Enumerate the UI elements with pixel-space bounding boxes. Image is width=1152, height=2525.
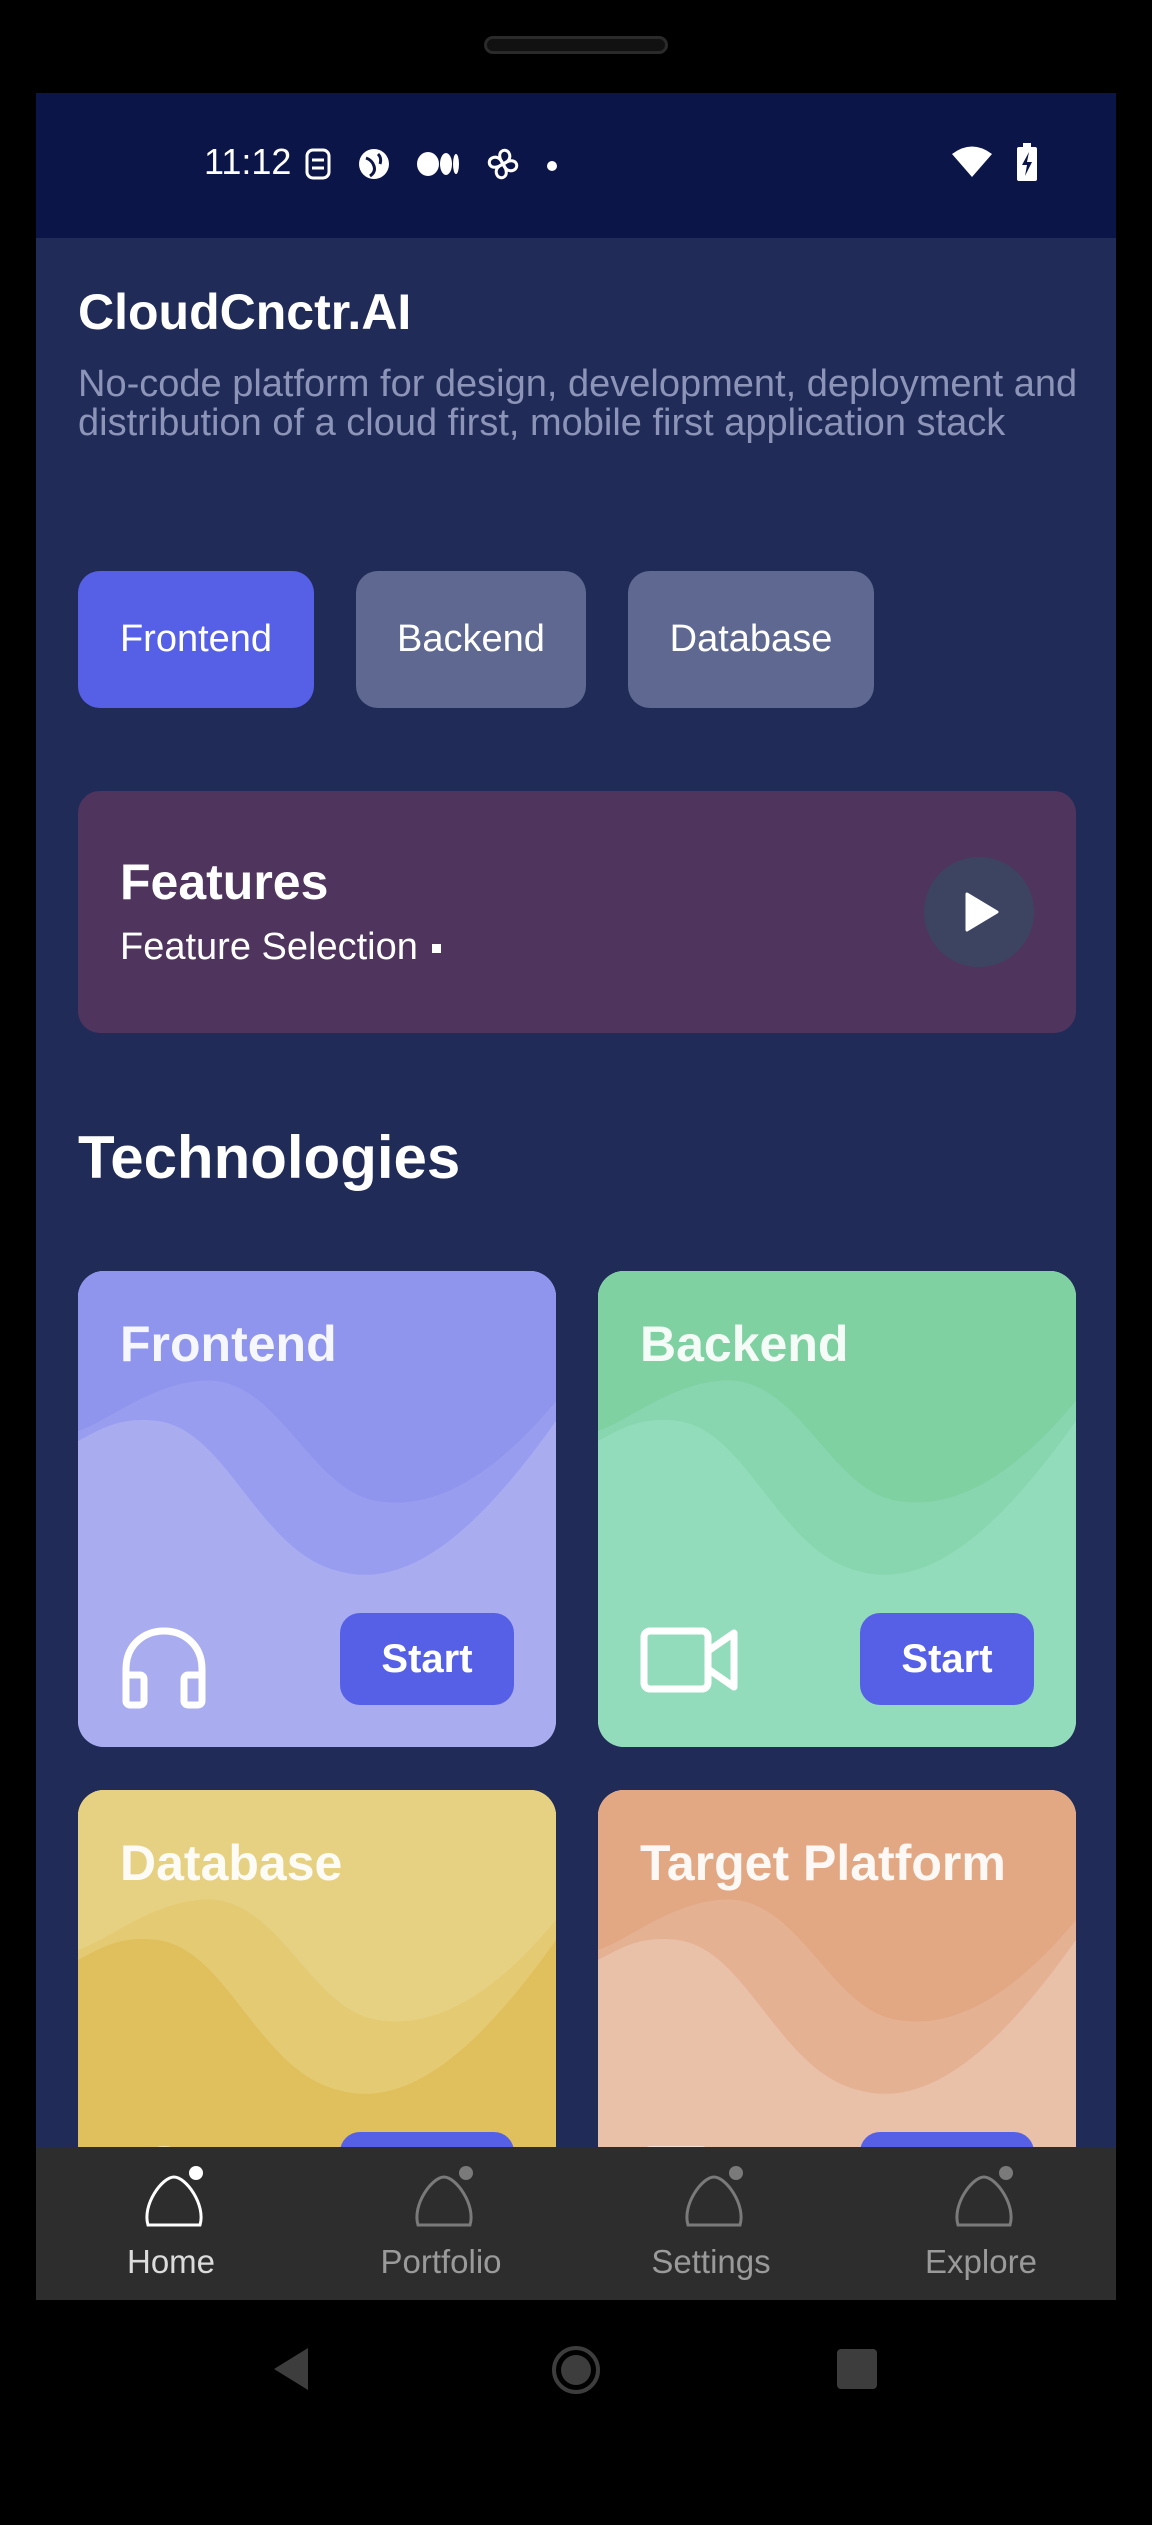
feature-subtitle: Feature Selection bbox=[120, 926, 418, 968]
start-button[interactable]: Start bbox=[340, 1613, 514, 1705]
earpiece-speaker bbox=[484, 36, 668, 54]
bottom-navigation: Home Portfolio Settings Explore bbox=[36, 2147, 1116, 2300]
feature-title: Features bbox=[120, 854, 329, 910]
card-backend[interactable]: Backend Start bbox=[598, 1271, 1076, 1747]
nav-label: Portfolio bbox=[380, 2243, 502, 2280]
status-bar: 11:12 bbox=[36, 93, 1116, 238]
tab-backend[interactable]: Backend bbox=[356, 571, 586, 708]
home-circle-icon[interactable] bbox=[550, 2344, 602, 2396]
battery-charging-icon bbox=[1016, 143, 1038, 185]
app-title: CloudCnctr.AI bbox=[78, 284, 412, 340]
nav-item-home[interactable]: Home bbox=[36, 2147, 306, 2300]
bullet-icon bbox=[431, 944, 441, 954]
nav-item-portfolio[interactable]: Portfolio bbox=[306, 2147, 576, 2300]
nav-label: Explore bbox=[925, 2243, 1037, 2280]
nav-item-settings[interactable]: Settings bbox=[576, 2147, 846, 2300]
tab-frontend[interactable]: Frontend bbox=[78, 571, 314, 708]
tab-database[interactable]: Database bbox=[628, 571, 874, 708]
section-title: Technologies bbox=[78, 1124, 461, 1191]
settings-icon bbox=[685, 2166, 743, 2227]
fan-icon bbox=[484, 145, 522, 187]
video-camera-icon bbox=[640, 1625, 740, 1699]
nav-item-explore[interactable]: Explore bbox=[846, 2147, 1116, 2300]
home-icon bbox=[145, 2166, 203, 2227]
explore-icon bbox=[955, 2166, 1013, 2227]
dot-icon bbox=[546, 157, 558, 176]
recents-icon[interactable] bbox=[836, 2348, 878, 2390]
medium-icon bbox=[416, 149, 460, 183]
wifi-icon bbox=[950, 145, 994, 183]
nav-label: Home bbox=[126, 2243, 216, 2280]
play-button[interactable] bbox=[924, 857, 1034, 967]
status-time: 11:12 bbox=[204, 141, 292, 182]
card-title: Backend bbox=[640, 1316, 849, 1372]
card-title: Frontend bbox=[120, 1316, 337, 1372]
portfolio-icon bbox=[415, 2166, 473, 2227]
category-tabs: Frontend Backend Database bbox=[78, 571, 874, 708]
feature-banner[interactable]: Features Feature Selection bbox=[78, 791, 1076, 1033]
status-left-icons bbox=[304, 145, 558, 187]
app-subtitle: No-code platform for design, development… bbox=[78, 363, 1078, 444]
back-icon[interactable] bbox=[270, 2346, 310, 2392]
headphones-icon bbox=[120, 1625, 208, 1713]
nav-label: Settings bbox=[651, 2243, 771, 2280]
card-title: Target Platform bbox=[640, 1835, 1006, 1891]
status-right-icons bbox=[950, 143, 1038, 185]
vpn-globe-icon bbox=[356, 146, 392, 186]
card-title: Database bbox=[120, 1835, 343, 1891]
card-frontend[interactable]: Frontend Start bbox=[78, 1271, 556, 1747]
play-icon bbox=[965, 892, 999, 932]
feature-subtitle-row: Feature Selection bbox=[120, 926, 441, 969]
phone-frame: 11:12 CloudCnctr.AI No-code platform for… bbox=[0, 0, 1152, 2525]
sim-icon bbox=[304, 147, 332, 185]
screen: 11:12 CloudCnctr.AI No-code platform for… bbox=[36, 93, 1116, 2300]
start-button[interactable]: Start bbox=[860, 1613, 1034, 1705]
system-navigation-bar bbox=[0, 2300, 1152, 2430]
